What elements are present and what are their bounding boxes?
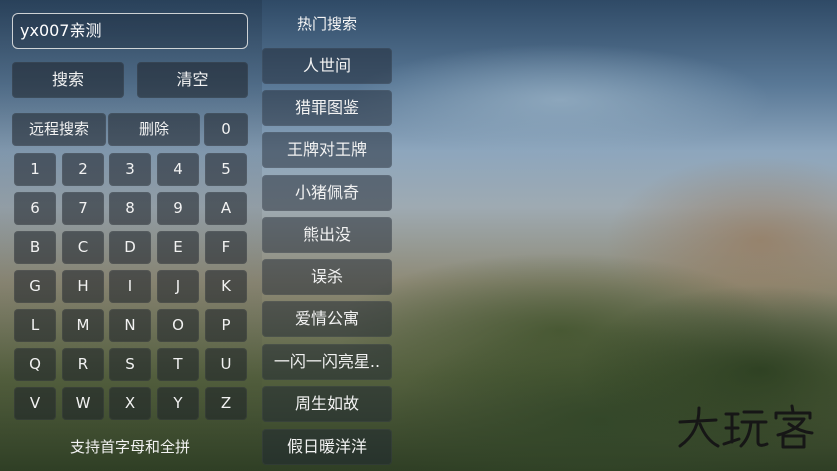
key-2[interactable]: 2: [62, 153, 104, 186]
key-m[interactable]: M: [62, 309, 104, 342]
hot-search-item[interactable]: 假日暖洋洋: [262, 429, 392, 465]
key-c[interactable]: C: [62, 231, 104, 264]
key-x[interactable]: X: [109, 387, 151, 420]
key-z[interactable]: Z: [205, 387, 247, 420]
key-1[interactable]: 1: [14, 153, 56, 186]
search-input[interactable]: yx007亲测: [12, 13, 248, 49]
search-input-value: yx007亲测: [20, 21, 102, 40]
key-s[interactable]: S: [109, 348, 151, 381]
key-5[interactable]: 5: [205, 153, 247, 186]
key-j[interactable]: J: [157, 270, 199, 303]
hot-search-item[interactable]: 熊出没: [262, 217, 392, 253]
key-8[interactable]: 8: [109, 192, 151, 225]
key-r[interactable]: R: [62, 348, 104, 381]
key-v[interactable]: V: [14, 387, 56, 420]
key-h[interactable]: H: [62, 270, 104, 303]
key-e[interactable]: E: [157, 231, 199, 264]
key-d[interactable]: D: [109, 231, 151, 264]
key-q[interactable]: Q: [14, 348, 56, 381]
key-9[interactable]: 9: [157, 192, 199, 225]
brand-logo-icon: [678, 404, 814, 449]
key-6[interactable]: 6: [14, 192, 56, 225]
hot-search-item[interactable]: 王牌对王牌: [262, 132, 392, 168]
key-y[interactable]: Y: [157, 387, 199, 420]
hot-search-item[interactable]: 一闪一闪亮星..: [262, 344, 392, 380]
key-n[interactable]: N: [109, 309, 151, 342]
key-k[interactable]: K: [205, 270, 247, 303]
key-l[interactable]: L: [14, 309, 56, 342]
delete-button[interactable]: 删除: [108, 113, 200, 146]
key-0[interactable]: 0: [204, 113, 248, 146]
hot-search-item[interactable]: 小猪佩奇: [262, 175, 392, 211]
key-4[interactable]: 4: [157, 153, 199, 186]
key-7[interactable]: 7: [62, 192, 104, 225]
key-i[interactable]: I: [109, 270, 151, 303]
hot-search-item[interactable]: 猎罪图鉴: [262, 90, 392, 126]
key-g[interactable]: G: [14, 270, 56, 303]
input-hint: 支持首字母和全拼: [69, 438, 190, 456]
key-p[interactable]: P: [205, 309, 247, 342]
remote-search-button[interactable]: 远程搜索: [12, 113, 106, 146]
key-3[interactable]: 3: [109, 153, 151, 186]
hot-search-item[interactable]: 人世间: [262, 48, 392, 84]
key-w[interactable]: W: [62, 387, 104, 420]
key-o[interactable]: O: [157, 309, 199, 342]
key-u[interactable]: U: [205, 348, 247, 381]
key-a[interactable]: A: [205, 192, 247, 225]
key-f[interactable]: F: [205, 231, 247, 264]
hot-search-item[interactable]: 爱情公寓: [262, 301, 392, 337]
hot-search-title: 热门搜索: [296, 15, 357, 33]
hot-search-item[interactable]: 周生如故: [262, 386, 392, 422]
key-b[interactable]: B: [14, 231, 56, 264]
search-button[interactable]: 搜索: [12, 62, 124, 98]
key-t[interactable]: T: [157, 348, 199, 381]
hot-search-item[interactable]: 误杀: [262, 259, 392, 295]
clear-button[interactable]: 清空: [137, 62, 248, 98]
